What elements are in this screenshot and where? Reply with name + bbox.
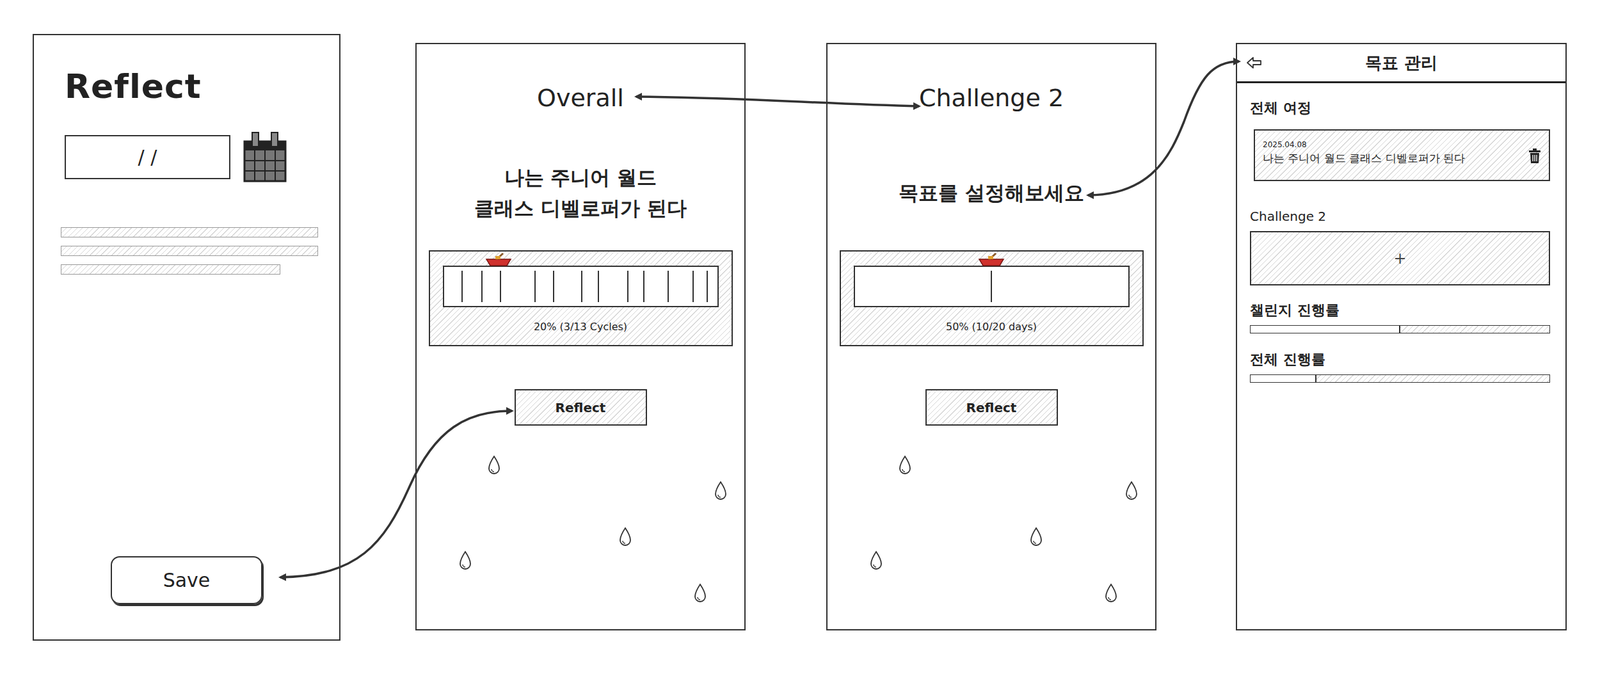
droplet-icon [1104, 583, 1119, 604]
text-lines [60, 227, 317, 275]
text-line [60, 227, 319, 238]
reflect-button[interactable]: Reflect [925, 389, 1058, 426]
progress-segment [582, 270, 600, 303]
progress-segment [462, 270, 483, 303]
journey-date: 2025.04.08 [1262, 139, 1520, 150]
flow-arrows [0, 0, 1600, 681]
droplet-icon [897, 455, 912, 476]
save-button[interactable]: Save [110, 556, 263, 605]
screen-tab[interactable]: Overall [536, 82, 624, 114]
overall-screen: Overall 나는 주니어 월드클래스 디벨로퍼가 된다 20% (3/13 Cy… [415, 42, 746, 631]
reflect-button[interactable]: Reflect [514, 389, 648, 426]
droplet-icon [693, 583, 708, 604]
progress-label: 챌린지 진행률 [1249, 300, 1551, 320]
progress-track [853, 265, 1130, 308]
plus-icon: + [1393, 249, 1407, 268]
progress-reading: 20% (3/13 Cycles) [442, 320, 719, 335]
calendar-icon [243, 131, 287, 183]
droplet-icon [458, 550, 473, 571]
add-challenge-button[interactable]: + [1249, 231, 1551, 286]
manage-body: 전체 여정 2025.04.08나는 주니어 월드 클래스 디벨로퍼가 된다 Cha… [1237, 83, 1566, 383]
droplet-icon [487, 455, 502, 476]
progress-segment [599, 270, 628, 303]
text-line [60, 245, 319, 256]
progress-box: 50% (10/20 days) [839, 250, 1144, 347]
droplet-icon [1029, 526, 1044, 548]
progress-segment [554, 270, 583, 303]
date-row: / / [64, 131, 317, 183]
header-bar: 목표 관리 [1237, 44, 1566, 84]
challenge-heading: Challenge 2 [1249, 208, 1551, 225]
progress-track [442, 265, 719, 308]
trash-icon [1528, 148, 1542, 164]
progress-bar-track [1249, 325, 1551, 334]
progress-label: 전체 진행률 [1249, 350, 1551, 370]
progress-segment [482, 270, 502, 303]
progress-segment [644, 270, 669, 303]
journey-text: 나는 주니어 월드 클래스 디벨로퍼가 된다 [1262, 149, 1520, 167]
date-field[interactable]: / / [64, 135, 231, 180]
goal-line: 클래스 디벨로퍼가 된다 [474, 192, 687, 224]
date-value: / / [138, 145, 158, 169]
progress-reading: 50% (10/20 days) [853, 320, 1130, 335]
section-heading: 전체 여정 [1249, 98, 1551, 118]
delete-button[interactable] [1528, 148, 1542, 164]
back-arrow-icon [1246, 55, 1263, 70]
progress-segment [855, 270, 993, 303]
progress-box: 20% (3/13 Cycles) [428, 250, 733, 347]
progress-bar-fill [1250, 375, 1317, 383]
progress-segment [668, 270, 694, 303]
progress-segment [535, 270, 555, 303]
droplet-icon [869, 550, 884, 571]
droplet-icon [1124, 480, 1139, 502]
goal-line: 목표를 설정해보세요 [898, 177, 1085, 208]
progress-segment [444, 270, 463, 303]
goal-text: 목표를 설정해보세요 [898, 161, 1085, 224]
progress-bar-track [1249, 374, 1551, 383]
goal-text: 나는 주니어 월드클래스 디벨로퍼가 된다 [474, 161, 687, 224]
droplet-icon [618, 526, 633, 548]
reflect-screen: Reflect / / Save [32, 33, 341, 641]
droplet-icon [713, 480, 728, 502]
progress-segment [628, 270, 645, 303]
back-button[interactable] [1246, 55, 1263, 70]
progress-segment [693, 270, 708, 303]
text-line [60, 264, 281, 275]
progress-segment [707, 270, 717, 303]
screen-title: Reflect [64, 65, 317, 107]
goal-line: 나는 주니어 월드 [504, 161, 658, 193]
goal-manage-screen: 목표 관리전체 여정 2025.04.08나는 주니어 월드 클래스 디벨로퍼가 … [1235, 42, 1567, 631]
header-title: 목표 관리 [1365, 51, 1438, 75]
boat-icon [483, 252, 514, 267]
progress-bar-fill [1250, 325, 1401, 333]
boat-icon [976, 252, 1007, 267]
journey-card[interactable]: 2025.04.08나는 주니어 월드 클래스 디벨로퍼가 된다 [1253, 129, 1551, 182]
progress-segment [992, 270, 1129, 303]
progress-segment [501, 270, 536, 303]
challenge-screen: Challenge 2 목표를 설정해보세요 50% (10/20 days) Ref… [826, 42, 1157, 631]
screen-tab[interactable]: Challenge 2 [919, 82, 1064, 114]
